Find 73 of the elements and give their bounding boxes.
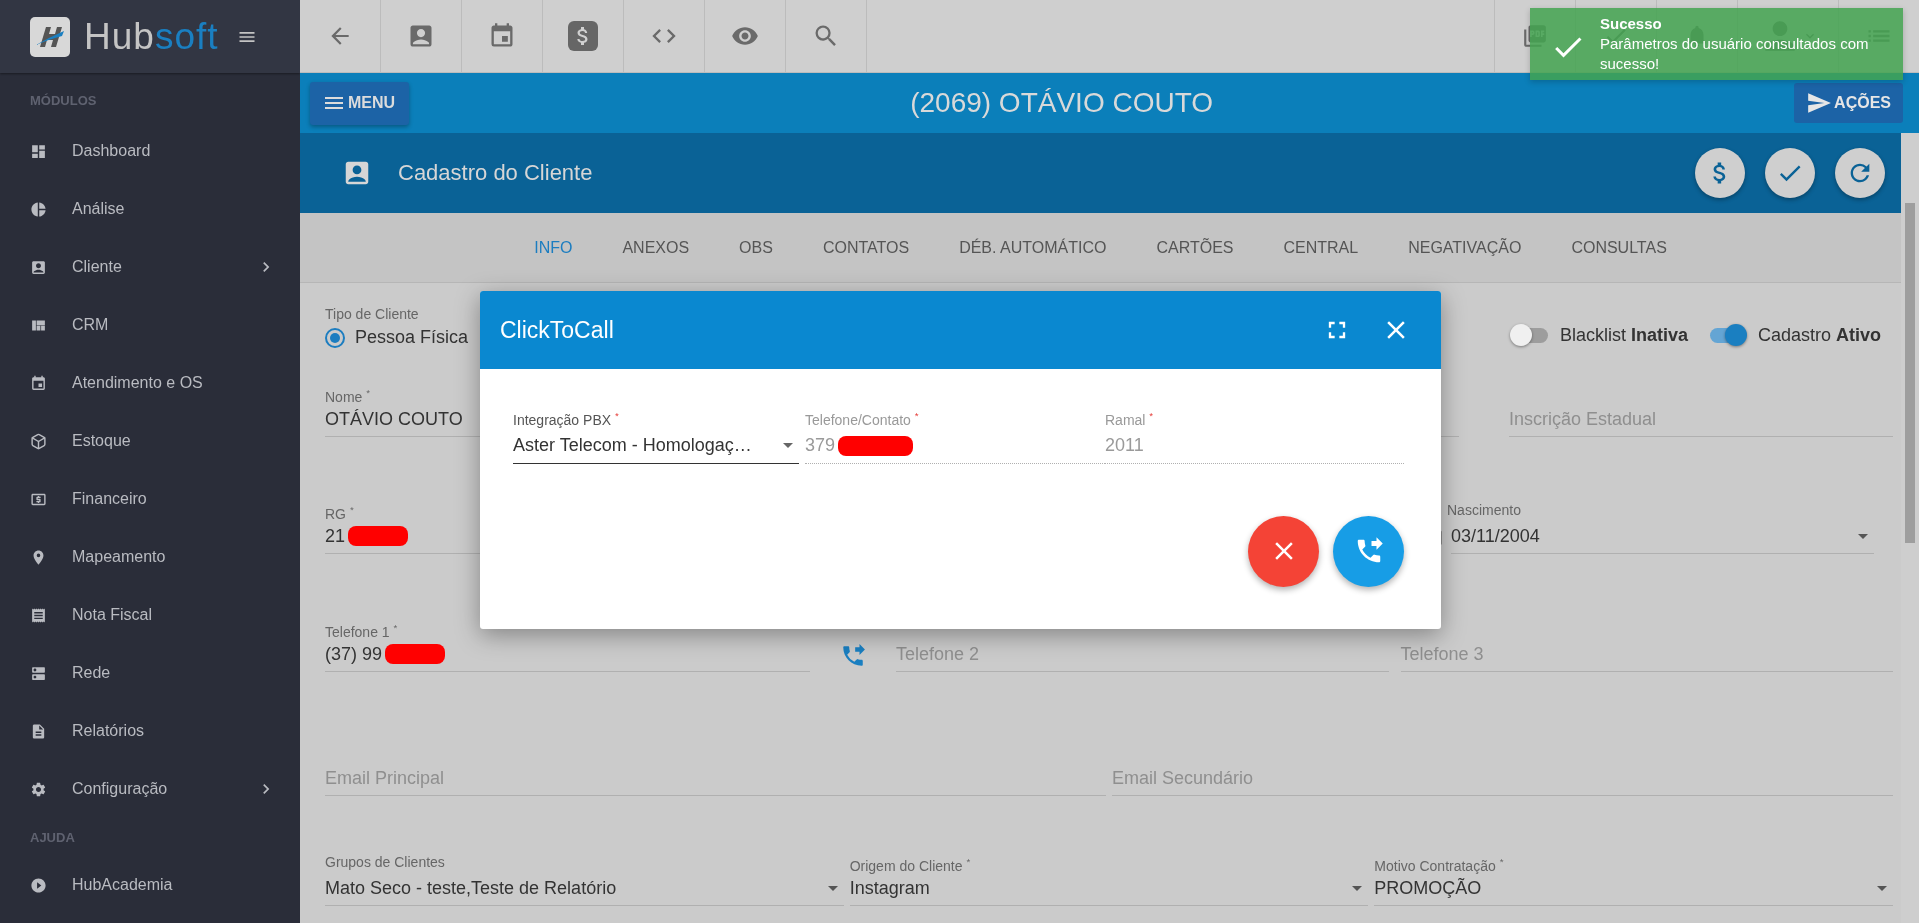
tab[interactable]: CARTÕES — [1131, 238, 1259, 257]
dialog-title: ClickToCall — [500, 316, 615, 344]
toggle-label: Cadastro Ativo — [1757, 324, 1881, 346]
caret-icon — [1877, 885, 1887, 891]
caret-icon — [1858, 533, 1868, 539]
toast-title: Sucesso — [1600, 15, 1663, 32]
field-label: RG $^{*}$ — [325, 503, 355, 519]
sidebar-item[interactable]: HubAcademia — [0, 856, 300, 914]
page-title: Cadastro do Cliente — [398, 160, 594, 186]
sidebar-item[interactable]: Dashboard — [0, 122, 300, 180]
receipt-icon — [30, 606, 47, 624]
toggle-label: Blacklist Inativa — [1559, 324, 1688, 346]
call-button[interactable] — [1333, 515, 1404, 587]
logo-icon — [30, 16, 70, 57]
field-label: Integração PBX $^{*}$ — [513, 409, 620, 429]
select-field[interactable]: 03/11/2004 — [1451, 519, 1874, 554]
tab[interactable]: NEGATIVAÇÃO — [1383, 238, 1547, 257]
field-label: Grupos de Clientes — [325, 853, 446, 871]
sidebar-item[interactable]: CRM — [0, 296, 300, 354]
sidebar-item[interactable]: Mapeamento — [0, 528, 300, 586]
cancel-button[interactable] — [1248, 515, 1319, 587]
sidebar-item[interactable]: Relatórios — [0, 702, 300, 760]
caret-icon — [783, 443, 793, 449]
dollar-icon[interactable] — [568, 21, 598, 51]
calendar-icon — [30, 374, 47, 392]
money-button[interactable] — [1695, 148, 1745, 198]
refresh-button[interactable] — [1835, 148, 1885, 198]
logo-text: Hubsoft — [84, 15, 219, 58]
input-field: 2011 — [1105, 428, 1404, 464]
field-label: Nome $^{*}$ — [325, 386, 372, 402]
sidebar-item[interactable]: Análise — [0, 180, 300, 238]
client-title: (2069) OTÁVIO COUTO — [909, 87, 1215, 119]
actions-button[interactable]: AÇÕES — [1794, 83, 1903, 123]
caret-icon — [827, 885, 838, 891]
sidebar-item[interactable]: Nota Fiscal — [0, 586, 300, 644]
input-field[interactable]: (37) 99 — [325, 637, 810, 672]
sidebar-item[interactable]: Financeiro — [0, 470, 300, 528]
tab[interactable]: CONTATOS — [797, 238, 935, 257]
select-field[interactable]: Aster Telecom - Homologaç… — [513, 428, 799, 464]
field-label: Tipo de Cliente — [325, 305, 420, 323]
grid-icon — [30, 142, 47, 160]
radio-option[interactable]: Pessoa Física — [325, 327, 469, 348]
menu-button[interactable]: MENU — [310, 81, 410, 125]
sidebar-item[interactable]: Configuração — [0, 760, 300, 818]
tab[interactable]: ANEXOS — [597, 238, 715, 257]
field-label: Telefone/Contato $^{*}$ — [805, 409, 920, 429]
field-label: Nascimento — [1447, 501, 1522, 519]
phone-forward-icon[interactable] — [840, 643, 866, 669]
tab[interactable]: CONSULTAS — [1546, 238, 1692, 257]
settings-icon — [30, 780, 47, 798]
tab[interactable]: CENTRAL — [1258, 238, 1384, 257]
pie-chart-icon — [30, 200, 47, 218]
cube-icon — [30, 432, 47, 450]
toggle-switch[interactable] — [1709, 327, 1746, 343]
field-label: Ramal $^{*}$ — [1105, 409, 1155, 429]
caret-icon — [1352, 885, 1363, 891]
document-icon — [30, 722, 47, 740]
play-icon — [30, 876, 47, 894]
sidebar-item[interactable]: Atendimento e OS — [0, 354, 300, 412]
tab[interactable]: DÉB. AUTOMÁTICO — [934, 238, 1132, 257]
server-icon — [30, 664, 47, 682]
sidebar-item[interactable]: Cliente — [0, 238, 300, 296]
contact-card-icon — [30, 258, 47, 276]
toggle-switch[interactable] — [1511, 327, 1548, 343]
sidebar-item[interactable]: Rede — [0, 644, 300, 702]
confirm-button[interactable] — [1765, 148, 1815, 198]
send-icon — [1806, 90, 1833, 116]
toast-message: Parâmetros do usuário consultados com sucesso! — [1600, 34, 1870, 74]
sidebar-item[interactable]: Estoque — [0, 412, 300, 470]
select-field[interactable]: Mato Seco - teste,Teste de Relatório — [325, 871, 844, 906]
tab[interactable]: OBS — [714, 238, 798, 257]
field-label: Telefone 1 $^{*}$ — [325, 621, 399, 637]
input-field: 379 — [805, 428, 1105, 464]
